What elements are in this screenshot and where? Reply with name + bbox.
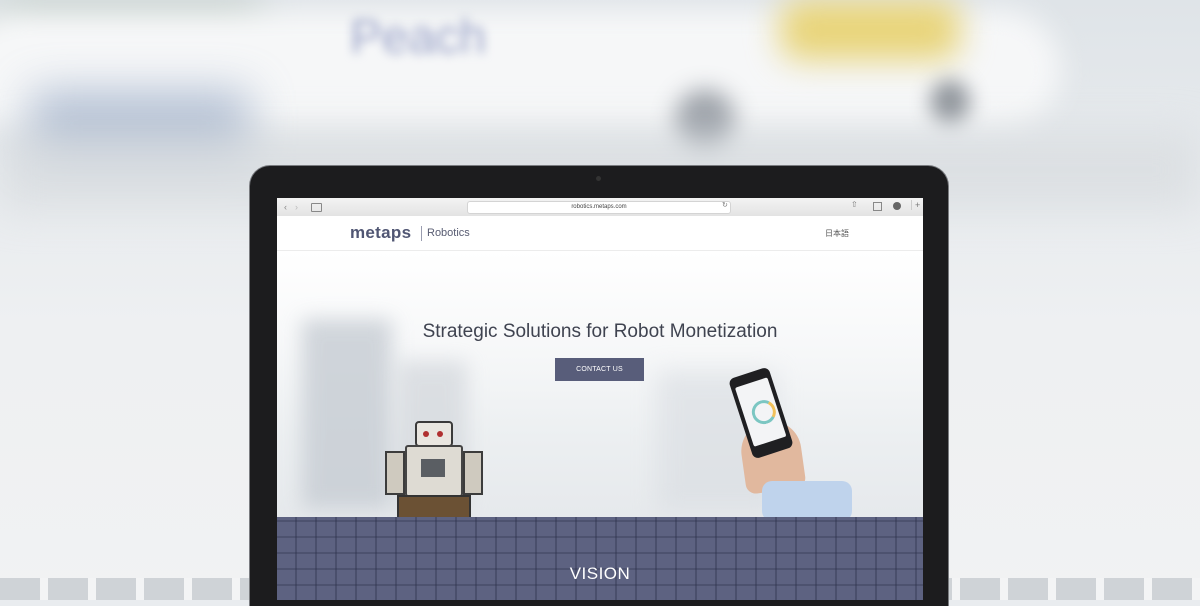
airplane-livery: Peach [350,11,487,64]
contact-us-button[interactable]: CONTACT US [555,358,644,381]
hero-headline: Strategic Solutions for Robot Monetizati… [422,321,778,342]
robot-eye [437,431,443,437]
hero-section: Strategic Solutions for Robot Monetizati… [277,251,923,517]
airplane-tail [780,0,960,60]
hand-holding-phone-image [728,366,852,517]
sidebar-toggle-icon[interactable] [311,203,322,212]
logo-divider [421,226,422,241]
reload-icon[interactable]: ↻ [722,201,728,209]
airplane-engine [930,80,970,125]
language-switch-link[interactable]: 日本語 [825,228,849,239]
browser-toolbar: ‹ › robotics.metaps.com ↻ ⇧ + [277,198,923,217]
robot-base [397,495,471,517]
site-logo-subtitle[interactable]: Robotics [427,227,470,239]
site-header: metaps Robotics 日本語 [277,216,923,251]
donut-chart-icon [748,396,779,428]
forward-button[interactable]: › [295,201,298,213]
shirt-sleeve [762,481,852,517]
robot-head [415,421,453,447]
smartphone [728,366,794,460]
tabs-icon[interactable] [873,202,882,211]
new-tab-button[interactable]: + [911,200,920,210]
robot-arm [385,451,405,495]
robot-arm [463,451,483,495]
back-button[interactable]: ‹ [284,201,287,213]
vision-section: VISION [277,517,923,600]
robot-eye [423,431,429,437]
camera [596,176,601,181]
robot-image [377,421,487,517]
robot-body [405,445,463,497]
share-icon[interactable]: ⇧ [851,200,858,209]
vision-heading: VISION [569,564,631,583]
smartphone-screen [734,377,787,447]
address-bar[interactable]: robotics.metaps.com [467,201,731,214]
site-logo[interactable]: metaps [350,223,411,243]
robot-display [421,459,445,477]
download-icon[interactable] [893,202,901,210]
laptop-screen: ‹ › robotics.metaps.com ↻ ⇧ + metaps Rob… [277,198,923,600]
